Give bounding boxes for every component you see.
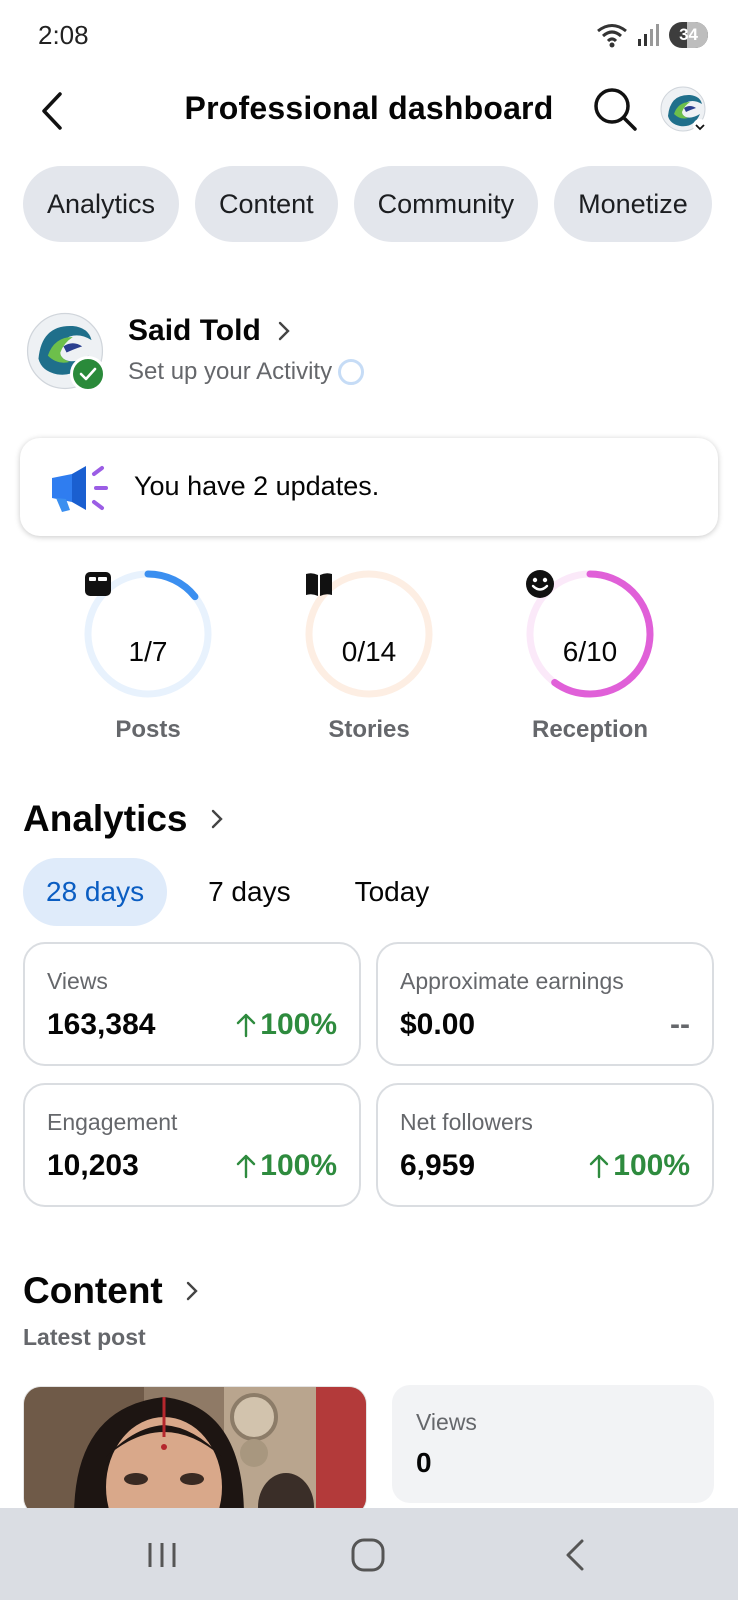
verified-badge bbox=[70, 356, 106, 392]
stat-value: 163,384 bbox=[47, 1008, 156, 1041]
back-arrow-icon bbox=[566, 1539, 584, 1571]
stat-label: Approximate earnings bbox=[400, 968, 624, 994]
stat-value: 6,959 bbox=[400, 1149, 476, 1182]
status-time: 2:08 bbox=[38, 20, 89, 50]
profile-name-row[interactable]: Said Told bbox=[128, 314, 291, 348]
signal-icon bbox=[638, 24, 660, 46]
smiley-icon bbox=[526, 570, 554, 598]
megaphone-icon bbox=[52, 466, 108, 512]
goal-stories[interactable]: 0/14 Stories bbox=[269, 568, 469, 748]
range-28-days[interactable]: 28 days bbox=[23, 858, 168, 926]
latest-post-label: Latest post bbox=[23, 1324, 146, 1350]
activity-setup-text: Set up your Activity bbox=[128, 358, 333, 385]
stat-change: -- bbox=[670, 1008, 690, 1041]
checkmark-icon bbox=[79, 367, 97, 381]
post-views-label: Views bbox=[416, 1409, 477, 1435]
arrow-up-icon bbox=[237, 1154, 256, 1179]
reception-value: 6/10 bbox=[562, 636, 618, 667]
wifi-icon bbox=[597, 24, 628, 48]
dashboard-tabs: Analytics Content Community Monetize bbox=[23, 166, 712, 242]
chevron-right-icon bbox=[211, 809, 223, 829]
content-title: Content bbox=[23, 1270, 163, 1311]
chevron-right-icon bbox=[278, 321, 290, 341]
posts-value: 1/7 bbox=[128, 636, 168, 667]
stat-card-views[interactable]: Views 163,384 100% bbox=[23, 942, 361, 1066]
status-bar: 2:08 34 bbox=[0, 0, 738, 72]
goal-posts[interactable]: 1/7 Posts bbox=[48, 568, 248, 748]
search-button[interactable] bbox=[590, 84, 640, 134]
header: Professional dashboard bbox=[0, 72, 738, 152]
latest-post-thumbnail[interactable] bbox=[23, 1386, 367, 1516]
post-views-value: 0 bbox=[416, 1447, 432, 1478]
stories-label: Stories bbox=[328, 716, 410, 743]
range-7-days[interactable]: 7 days bbox=[185, 858, 314, 926]
updates-text: You have 2 updates. bbox=[134, 471, 380, 501]
stat-label: Views bbox=[47, 968, 108, 994]
arrow-up-icon bbox=[590, 1154, 609, 1179]
range-today[interactable]: Today bbox=[332, 858, 453, 926]
arrow-up-icon bbox=[237, 1013, 256, 1038]
home-icon bbox=[351, 1538, 385, 1572]
post-thumbnail-image bbox=[24, 1387, 366, 1515]
stat-card-net-followers[interactable]: Net followers 6,959 100% bbox=[376, 1083, 714, 1207]
chevron-right-icon bbox=[186, 1281, 198, 1301]
tab-analytics[interactable]: Analytics bbox=[23, 166, 180, 242]
content-header[interactable]: Content bbox=[23, 1270, 199, 1312]
stat-card-engagement[interactable]: Engagement 10,203 100% bbox=[23, 1083, 361, 1207]
stat-change: 100% bbox=[236, 1008, 337, 1042]
search-icon bbox=[594, 88, 637, 131]
stat-change: 100% bbox=[236, 1149, 337, 1183]
activity-setup-link[interactable]: Set up your Activity bbox=[128, 358, 365, 386]
system-nav-bar bbox=[0, 1508, 738, 1600]
home-button[interactable] bbox=[338, 1530, 398, 1580]
battery-indicator: 34 bbox=[669, 22, 708, 48]
avatar-logo-icon bbox=[660, 86, 707, 133]
tab-monetize[interactable]: Monetize bbox=[554, 166, 712, 242]
stat-value: 10,203 bbox=[47, 1149, 139, 1182]
system-back-button[interactable] bbox=[545, 1530, 605, 1580]
date-range-tabs: 28 days 7 days Today bbox=[23, 858, 470, 926]
stat-value: $0.00 bbox=[400, 1008, 476, 1041]
stat-label: Net followers bbox=[400, 1109, 533, 1135]
goal-reception[interactable]: 6/10 Reception bbox=[490, 568, 690, 748]
latest-post-views-card[interactable]: Views 0 bbox=[392, 1385, 714, 1503]
posts-label: Posts bbox=[115, 716, 181, 743]
stat-label: Engagement bbox=[47, 1109, 178, 1135]
stories-value: 0/14 bbox=[341, 636, 397, 667]
updates-card[interactable]: You have 2 updates. bbox=[20, 438, 718, 536]
tab-community[interactable]: Community bbox=[353, 166, 539, 242]
status-icons: 34 bbox=[595, 22, 708, 48]
analytics-header[interactable]: Analytics bbox=[23, 798, 224, 840]
recent-apps-icon bbox=[148, 1543, 176, 1567]
analytics-title: Analytics bbox=[23, 798, 188, 839]
post-icon bbox=[85, 572, 111, 596]
stat-card-earnings[interactable]: Approximate earnings $0.00 -- bbox=[376, 942, 714, 1066]
book-icon bbox=[306, 573, 332, 596]
profile-row[interactable]: Said Told Set up your Activity bbox=[26, 312, 716, 402]
tab-content[interactable]: Content bbox=[195, 166, 338, 242]
stat-change: 100% bbox=[589, 1149, 690, 1183]
reception-label: Reception bbox=[531, 716, 648, 743]
profile-name: Said Told bbox=[128, 314, 261, 347]
recent-apps-button[interactable] bbox=[132, 1530, 192, 1580]
loading-ring-icon bbox=[338, 359, 365, 385]
account-switcher-avatar[interactable] bbox=[660, 86, 707, 133]
